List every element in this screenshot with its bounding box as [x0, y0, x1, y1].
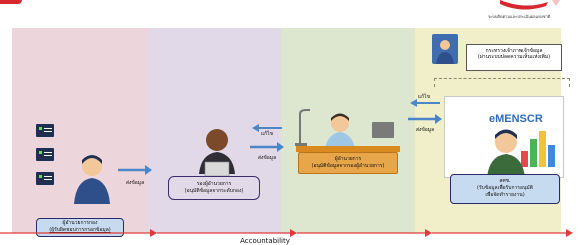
corner-mark: [0, 0, 22, 4]
person-icon: [74, 155, 110, 204]
nesdc-box: สศช. (รับข้อมูลเพื่อรับการอนุมัติ เพื่อจ…: [450, 174, 560, 204]
ministry-box: กระทรวงเจ้าภาพเจ้าข้อมูล (ผ่านระบบปลดควา…: [466, 44, 562, 71]
arrow-right-icon: [250, 142, 284, 152]
person-laptop-icon: [199, 129, 235, 176]
monitor-icon: [372, 122, 394, 138]
send-data-label: ส่งข้อมูล: [125, 180, 145, 186]
division-role: ผู้อำนวยการกอง: [62, 220, 98, 226]
checklist-document-icon: [36, 148, 54, 161]
director-role-box: ผู้อำนวยการ (อนุมัติข้อมูลจากรองผู้อำนวย…: [298, 152, 398, 174]
arrow-right-icon: [408, 114, 442, 124]
nesdc-line1: (รับข้อมูลเพื่อรับการอนุมัติ: [477, 185, 533, 191]
director-role: ผู้อำนวยการ: [334, 156, 362, 162]
checklist-document-icon: [36, 124, 54, 137]
send-data-label: ส่งข้อมูล: [415, 127, 435, 133]
ministry-line2: (ผ่านระบบปลดความเห็นแห่งเพิ่ม): [477, 54, 551, 60]
arrow-left-icon: [410, 99, 440, 107]
send-data-label: ส่งข้อมูล: [257, 155, 277, 161]
nesdc-org: สศช.: [499, 178, 511, 184]
nesdc-line2: เพื่อจัดทำรายงาน): [485, 192, 525, 198]
deputy-role: รองผู้อำนวยการ: [196, 181, 232, 187]
accountability-label: Accountability: [240, 237, 290, 245]
deputy-action: (อนุมัติข้อมูลจากระดับกอง): [184, 188, 244, 194]
logo-swoosh-icon: [500, 0, 560, 10]
revise-label: แก้ไข: [260, 131, 274, 137]
desk-lamp-icon: [295, 109, 310, 146]
bracket-line: [434, 78, 570, 87]
logo: ระบบติดตามและประเมินผลแห่งชาติ: [470, 0, 575, 20]
deputy-role-box: รองผู้อำนวยการ (อนุมัติข้อมูลจากระดับกอง…: [168, 176, 260, 200]
person-icon: [487, 129, 525, 178]
logo-subtitle: ระบบติดตามและประเมินผลแห่งชาติ: [488, 14, 551, 19]
director-action: (อนุมัติข้อมูลจากรองผู้อำนวยการ): [311, 163, 385, 169]
checklist-document-icon: [36, 172, 54, 185]
revise-label: แก้ไข: [417, 94, 431, 100]
ministry-person-icon: [432, 34, 458, 64]
arrow-right-icon: [118, 165, 152, 175]
system-name: eMENSCR: [489, 113, 543, 125]
